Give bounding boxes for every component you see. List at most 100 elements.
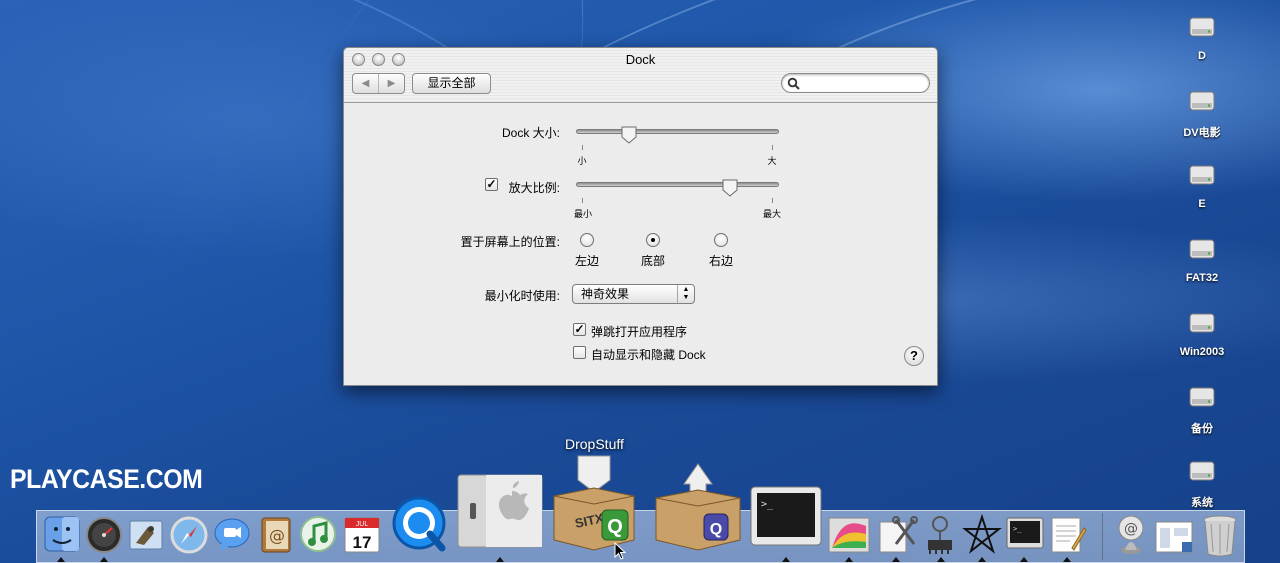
ichat-icon[interactable] xyxy=(212,515,252,555)
drive-win2003[interactable]: Win2003 xyxy=(1162,308,1242,358)
running-indicator-icon xyxy=(892,557,900,562)
quicktime-icon[interactable] xyxy=(388,494,452,558)
dropzip-icon[interactable]: Q xyxy=(650,460,746,556)
mouse-cursor-icon xyxy=(614,542,626,560)
position-right-label: 右边 xyxy=(708,254,733,268)
system-profiler-icon[interactable] xyxy=(920,514,960,556)
svg-text:@: @ xyxy=(1124,521,1138,537)
terminal-icon[interactable]: >_ xyxy=(749,485,823,551)
running-indicator-icon xyxy=(100,557,108,562)
help-button[interactable]: ? xyxy=(904,346,924,366)
dock-size-max-label: 大 xyxy=(767,156,777,166)
drive-label: 系统 xyxy=(1191,497,1213,509)
drive-dv[interactable]: DV电影 xyxy=(1162,86,1242,140)
position-left-label: 左边 xyxy=(574,254,599,268)
ical-month: JUL xyxy=(356,521,369,528)
pentagram-icon[interactable] xyxy=(961,514,1003,556)
mail-icon[interactable] xyxy=(126,515,166,555)
hard-drive-icon xyxy=(1189,387,1215,407)
minimize-effect-popup[interactable]: 神奇效果 ▲ ▼ xyxy=(572,284,695,304)
drive-label: D xyxy=(1198,50,1206,62)
textedit-icon[interactable] xyxy=(1046,514,1088,556)
trash-icon[interactable] xyxy=(1199,512,1241,558)
svg-text:>_: >_ xyxy=(761,499,774,510)
hard-drive-icon xyxy=(1189,313,1215,333)
running-indicator-icon xyxy=(57,557,65,562)
running-indicator-icon xyxy=(845,557,853,562)
autohide-label: 自动显示和隐藏 Dock xyxy=(591,348,706,362)
dropstuff-icon[interactable]: SITX Q xyxy=(548,452,640,556)
itunes-icon[interactable] xyxy=(298,514,338,554)
running-indicator-icon xyxy=(1020,557,1028,562)
document-icon[interactable] xyxy=(1154,516,1196,556)
drive-label: 备份 xyxy=(1191,423,1213,435)
search-field[interactable] xyxy=(781,73,930,93)
running-indicator-icon xyxy=(1063,557,1071,562)
drive-d[interactable]: D xyxy=(1162,12,1242,62)
minimize-effect-label: 最小化时使用: xyxy=(484,289,560,303)
position-left-radio[interactable] xyxy=(580,233,594,247)
drive-fat32[interactable]: FAT32 xyxy=(1162,234,1242,284)
running-indicator-icon xyxy=(782,557,790,562)
drive-e[interactable]: E xyxy=(1162,160,1242,210)
magnification-max-label: 最大 xyxy=(762,209,781,219)
safari-icon[interactable] xyxy=(169,515,209,555)
url-icon[interactable]: @ xyxy=(1111,514,1151,556)
dashboard-icon[interactable] xyxy=(84,515,124,555)
drive-backup[interactable]: 备份 xyxy=(1162,382,1242,436)
drive-label: Win2003 xyxy=(1179,346,1225,358)
magnification-slider-thumb[interactable] xyxy=(721,178,739,198)
address-book-icon[interactable]: @ xyxy=(256,515,296,555)
autohide-checkbox[interactable] xyxy=(573,346,586,359)
drive-label: DV电影 xyxy=(1183,127,1221,139)
dock-size-label: Dock 大小: xyxy=(501,126,560,140)
search-icon xyxy=(787,77,800,90)
grapher-icon[interactable] xyxy=(826,512,872,558)
svg-text:@: @ xyxy=(269,526,285,545)
tick xyxy=(582,198,583,203)
magnification-min-label: 最小 xyxy=(573,209,592,219)
running-indicator-icon xyxy=(496,557,504,562)
svg-text:Q: Q xyxy=(710,521,722,538)
running-indicator-icon xyxy=(937,557,945,562)
hard-drive-icon xyxy=(1189,91,1215,111)
dock-size-min-label: 小 xyxy=(577,156,587,166)
dock-size-slider-thumb[interactable] xyxy=(620,125,638,145)
utility-icon[interactable] xyxy=(876,514,918,556)
position-label: 置于屏幕上的位置: xyxy=(460,235,560,249)
finder-icon[interactable] xyxy=(42,514,82,554)
magnification-label: 放大比例: xyxy=(508,181,560,195)
show-all-button[interactable]: 显示全部 xyxy=(412,73,491,94)
dock-hover-label: DropStuff xyxy=(565,436,624,452)
radio-selected-dot xyxy=(651,238,655,242)
hard-drive-icon xyxy=(1189,165,1215,185)
dock-size-slider[interactable] xyxy=(576,129,779,134)
position-bottom-label: 底部 xyxy=(640,254,665,268)
animate-opening-label: 弹跳打开应用程序 xyxy=(591,325,688,339)
popup-arrows-icon: ▲ ▼ xyxy=(677,285,694,303)
magnification-slider[interactable] xyxy=(576,182,779,187)
console-icon[interactable]: >_ xyxy=(1005,516,1045,554)
svg-text:>_: >_ xyxy=(1013,525,1022,533)
minimize-effect-value: 神奇效果 xyxy=(581,287,630,301)
position-bottom-radio[interactable] xyxy=(646,233,660,247)
hard-drive-icon xyxy=(1189,461,1215,481)
tick xyxy=(772,198,773,203)
position-right-radio[interactable] xyxy=(714,233,728,247)
drive-label: FAT32 xyxy=(1185,272,1219,284)
svg-text:Q: Q xyxy=(607,516,623,538)
watermark-text: PLAYCASE.COM xyxy=(10,464,203,494)
animate-opening-checkbox[interactable]: ✓ xyxy=(573,323,586,336)
drive-system[interactable]: 系统 xyxy=(1162,456,1242,510)
dock-separator xyxy=(1102,513,1103,560)
back-button[interactable]: ◀ xyxy=(353,74,379,93)
system-preferences-icon[interactable] xyxy=(456,473,544,549)
back-forward-control: ◀ ▶ xyxy=(352,73,405,94)
running-indicator-icon xyxy=(978,557,986,562)
checkmark-icon: ✓ xyxy=(574,322,585,336)
window-title: Dock xyxy=(625,52,656,67)
ical-icon[interactable]: JUL 17 xyxy=(341,514,383,556)
ical-day: 17 xyxy=(353,533,372,552)
drive-label: E xyxy=(1198,198,1206,210)
forward-button[interactable]: ▶ xyxy=(379,74,404,93)
